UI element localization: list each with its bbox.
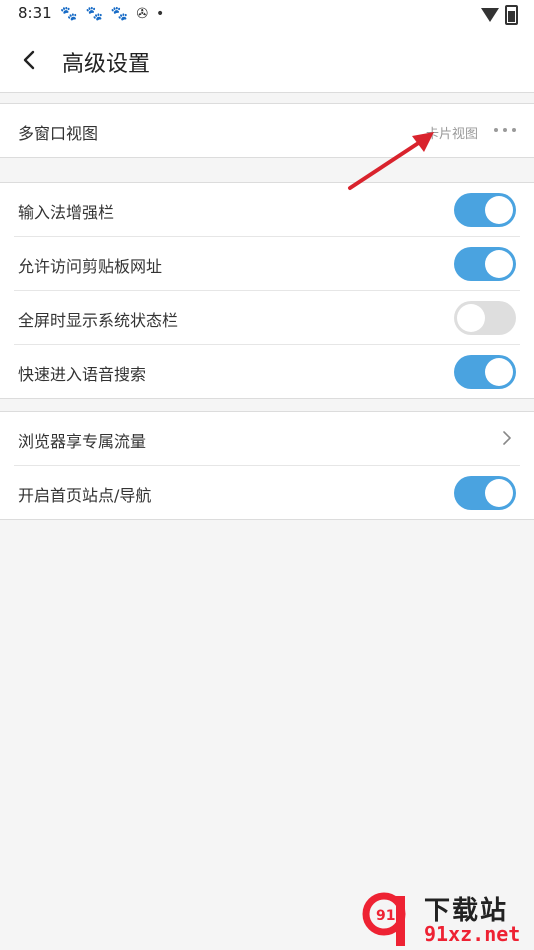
svg-text:91: 91 xyxy=(376,908,395,924)
status-time: 8:31 xyxy=(18,4,52,22)
status-notification-icons: 🐾 🐾 🐾 ✇ • xyxy=(60,6,164,22)
status-system-icons xyxy=(481,5,518,25)
multiwindow-label: 多窗口视图 xyxy=(18,124,99,143)
voice-search-toggle[interactable] xyxy=(454,355,516,389)
setting-row-exclusive-traffic[interactable]: 浏览器享专属流量 xyxy=(14,412,520,466)
dot-icon: • xyxy=(156,6,165,22)
homepage-nav-toggle[interactable] xyxy=(454,476,516,510)
clipboard-url-toggle[interactable] xyxy=(454,247,516,281)
setting-row-fullscreen-statusbar: 全屏时显示系统状态栏 xyxy=(14,291,520,345)
multiwindow-row[interactable]: 多窗口视图 卡片视图 xyxy=(14,104,520,157)
battery-icon xyxy=(505,5,518,25)
paw-icon: 🐾 xyxy=(85,6,103,22)
chevron-right-icon xyxy=(503,431,511,445)
setting-row-clipboard-url: 允许访问剪贴板网址 xyxy=(14,237,520,291)
settings-group-1: 输入法增强栏 允许访问剪贴板网址 全屏时显示系统状态栏 快速进入语音搜索 xyxy=(0,182,534,399)
watermark: 91 下载站 91xz.net xyxy=(362,888,534,950)
paw-icon: 🐾 xyxy=(110,6,129,22)
setting-label: 快速进入语音搜索 xyxy=(18,365,147,384)
setting-row-homepage-nav: 开启首页站点/导航 xyxy=(14,466,520,519)
app-bar: 高级设置 xyxy=(0,28,534,93)
setting-label: 允许访问剪贴板网址 xyxy=(18,257,163,276)
setting-label: 浏览器享专属流量 xyxy=(18,432,147,451)
annotation-arrow-icon xyxy=(348,132,434,190)
status-bar: 8:31 🐾 🐾 🐾 ✇ • xyxy=(0,0,534,28)
wifi-icon xyxy=(481,8,499,22)
setting-label: 开启首页站点/导航 xyxy=(18,486,152,505)
setting-label: 全屏时显示系统状态栏 xyxy=(18,311,179,330)
more-icon[interactable] xyxy=(494,128,516,132)
multiwindow-card: 多窗口视图 卡片视图 xyxy=(0,103,534,158)
setting-row-input-enhance: 输入法增强栏 xyxy=(14,183,520,237)
fullscreen-statusbar-toggle[interactable] xyxy=(454,301,516,335)
setting-row-voice-search: 快速进入语音搜索 xyxy=(14,345,520,398)
watermark-url: 91xz.net xyxy=(424,922,521,946)
back-arrow-icon[interactable] xyxy=(18,46,42,74)
aperture-icon: ✇ xyxy=(136,6,149,22)
paw-icon: 🐾 xyxy=(60,6,78,22)
setting-label: 输入法增强栏 xyxy=(18,203,115,222)
settings-group-2: 浏览器享专属流量 开启首页站点/导航 xyxy=(0,411,534,520)
input-enhance-toggle[interactable] xyxy=(454,193,516,227)
watermark-logo-icon: 91 xyxy=(362,892,406,946)
page-title: 高级设置 xyxy=(62,52,151,77)
